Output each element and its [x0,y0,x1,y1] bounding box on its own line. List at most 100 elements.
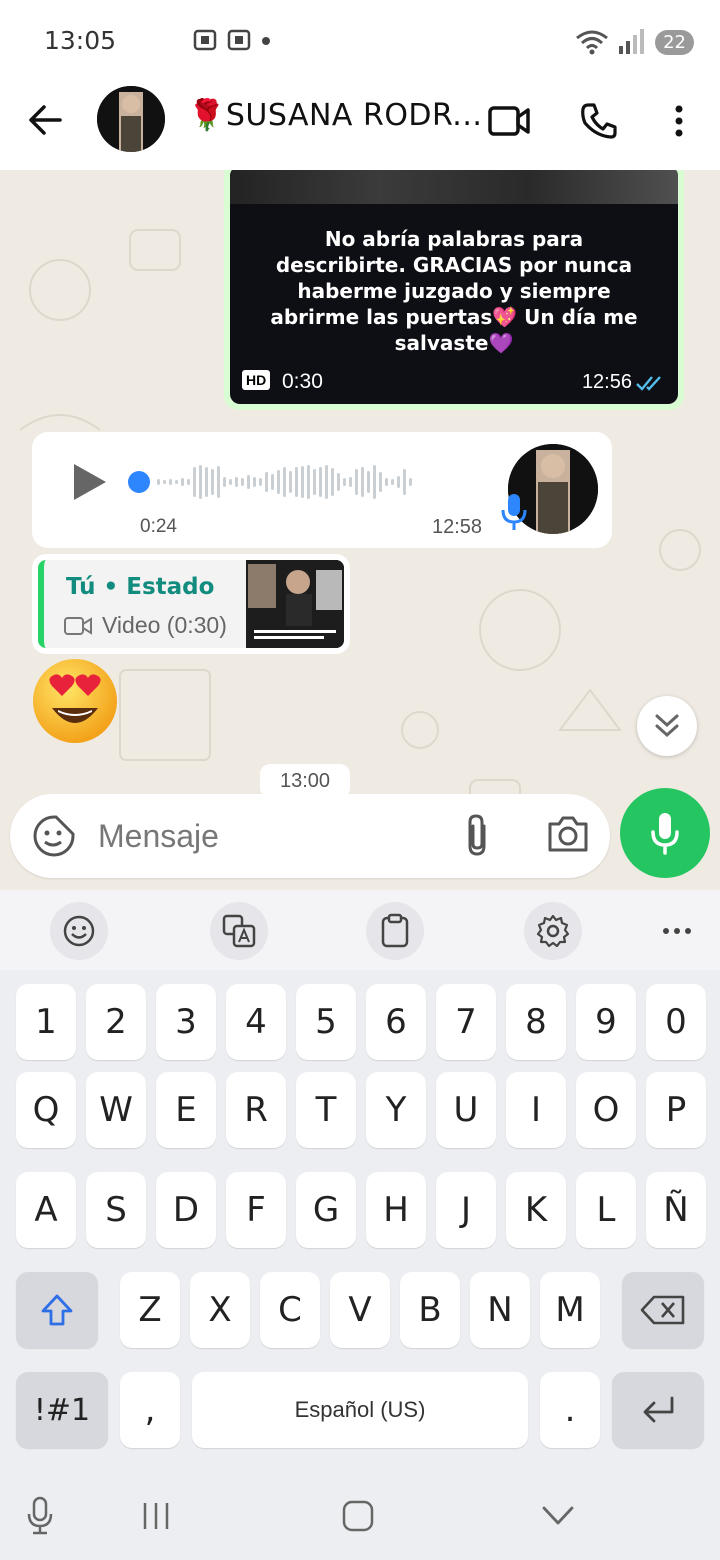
quoted-status[interactable]: Tú • Estado Video (0:30) [38,560,344,648]
key-0[interactable]: 0 [646,984,706,1060]
voice-waveform[interactable] [128,462,488,502]
camera-button[interactable] [546,814,590,858]
scroll-to-bottom-button[interactable] [637,696,697,756]
double-chevron-down-icon [655,714,679,738]
shift-key[interactable] [16,1272,98,1348]
translate-button[interactable] [210,902,268,960]
message-input[interactable] [98,812,438,860]
key-y[interactable]: Y [366,1072,426,1148]
waveform-bar [331,468,334,496]
message-composer [10,794,610,878]
home-button[interactable] [336,1494,380,1538]
key-q[interactable]: Q [16,1072,76,1148]
key-f[interactable]: F [226,1172,286,1248]
space-key[interactable]: Español (US) [192,1372,528,1448]
clipboard-button[interactable] [366,902,424,960]
navigation-bar [0,1470,720,1560]
key-x[interactable]: X [190,1272,250,1348]
more-options-button[interactable] [654,96,704,146]
waveform-bar [391,479,394,485]
recent-apps-button[interactable] [134,1494,178,1538]
waveform-bar [289,471,292,493]
contact-name[interactable]: 🌹SUSANA RODR... [188,98,482,133]
key-ñ[interactable]: Ñ [646,1172,706,1248]
key-s[interactable]: S [86,1172,146,1248]
contact-avatar[interactable] [97,86,165,152]
voice-input-button[interactable] [18,1494,62,1538]
comma-key[interactable]: , [120,1372,180,1448]
hide-keyboard-button[interactable] [536,1494,580,1538]
key-i[interactable]: I [506,1072,566,1148]
waveform-bar [265,472,268,492]
battery-indicator: 22 [655,29,694,55]
key-6[interactable]: 6 [366,984,426,1060]
symbols-key[interactable]: !#1 [16,1372,108,1448]
backspace-key[interactable] [622,1272,704,1348]
waveform-scrubber[interactable] [128,471,150,493]
key-l[interactable]: L [576,1172,636,1248]
screen-capture-icon [227,29,251,51]
shift-icon [41,1294,73,1326]
chevron-down-icon [542,1506,574,1525]
key-z[interactable]: Z [120,1272,180,1348]
waveform-bar [325,465,328,499]
waveform-bar [157,479,160,485]
key-k[interactable]: K [506,1172,566,1248]
key-e[interactable]: E [156,1072,216,1148]
chat-area[interactable]: No abría palabras para describirte. GRAC… [0,170,720,890]
emoji-keyboard-button[interactable] [50,902,108,960]
key-5[interactable]: 5 [296,984,356,1060]
waveform-bar [361,467,364,497]
message-time: 12:58 [432,516,483,538]
key-2[interactable]: 2 [86,984,146,1060]
key-p[interactable]: P [646,1072,706,1148]
keyboard-settings-button[interactable] [524,902,582,960]
waveform-bar [379,472,382,492]
status-title: Tú • Estado [66,574,215,600]
signal-icon [619,29,645,54]
key-u[interactable]: U [436,1072,496,1148]
sticker-button[interactable] [32,814,76,858]
voice-record-button[interactable] [620,788,710,878]
enter-key[interactable] [612,1372,704,1448]
status-reply-message[interactable]: Tú • Estado Video (0:30) [32,554,350,654]
key-8[interactable]: 8 [506,984,566,1060]
screen-capture-icon [193,29,217,51]
waveform-bar [343,478,346,486]
key-b[interactable]: B [400,1272,460,1348]
key-j[interactable]: J [436,1172,496,1248]
key-h[interactable]: H [366,1172,426,1248]
more-horizontal-icon [663,928,691,934]
key-d[interactable]: D [156,1172,216,1248]
key-g[interactable]: G [296,1172,356,1248]
emoji-message[interactable] [30,656,120,746]
key-4[interactable]: 4 [226,984,286,1060]
key-3[interactable]: 3 [156,984,216,1060]
outgoing-video-message[interactable]: No abría palabras para describirte. GRAC… [224,170,684,410]
attach-button[interactable] [460,812,494,860]
play-button[interactable] [70,460,110,504]
key-7[interactable]: 7 [436,984,496,1060]
key-v[interactable]: V [330,1272,390,1348]
key-m[interactable]: M [540,1272,600,1348]
key-o[interactable]: O [576,1072,636,1148]
recents-icon [143,1503,169,1529]
key-a[interactable]: A [16,1172,76,1248]
microphone-icon [27,1496,53,1535]
video-frame-strip [230,170,678,204]
key-n[interactable]: N [470,1272,530,1348]
key-t[interactable]: T [296,1072,356,1148]
key-9[interactable]: 9 [576,984,636,1060]
translate-icon [222,914,256,948]
dot-icon [262,37,270,45]
key-c[interactable]: C [260,1272,320,1348]
back-button[interactable] [24,98,68,142]
key-r[interactable]: R [226,1072,286,1148]
toolbar-more-button[interactable] [648,902,706,960]
key-w[interactable]: W [86,1072,146,1148]
period-key[interactable]: . [540,1372,600,1448]
key-1[interactable]: 1 [16,984,76,1060]
video-thumbnail[interactable]: No abría palabras para describirte. GRAC… [230,170,678,404]
voice-call-button[interactable] [574,96,624,146]
video-call-button[interactable] [484,96,534,146]
